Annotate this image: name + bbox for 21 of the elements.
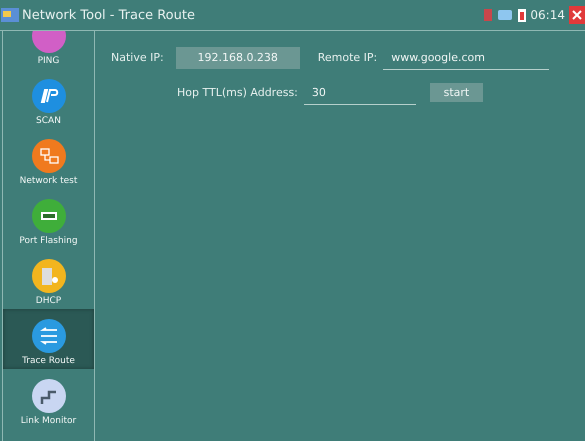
clock-time: 06:14 — [530, 8, 565, 22]
native-ip-field[interactable]: 192.168.0.238 — [176, 46, 300, 68]
sidebar-item[interactable]: Port Flashing — [3, 189, 94, 249]
battery-icon — [518, 8, 526, 22]
remote-ip-label: Remote IP: — [318, 51, 378, 64]
app-logo-icon — [0, 6, 20, 24]
native-ip-label: Native IP: — [111, 51, 164, 64]
hop-field[interactable]: 30 — [304, 80, 416, 105]
close-icon[interactable] — [569, 6, 585, 24]
sidebar-item[interactable]: Link Monitor — [3, 369, 94, 429]
hop-label: Hop TTL(ms) Address: — [177, 86, 298, 99]
remote-ip-field[interactable]: www.google.com — [383, 45, 550, 70]
sidebar-item[interactable]: Network test — [3, 129, 94, 189]
window-title: Network Tool - Trace Route — [22, 8, 196, 22]
sidebar-item[interactable]: SCAN — [3, 69, 94, 129]
sidebar-item[interactable]: Trace Route — [3, 309, 94, 369]
network-icon — [498, 10, 512, 20]
sidebar-item[interactable]: PING — [3, 31, 94, 69]
start-button[interactable]: start — [430, 83, 483, 102]
memory-card-icon — [484, 9, 492, 21]
sidebar-item[interactable]: DHCP — [3, 249, 94, 309]
